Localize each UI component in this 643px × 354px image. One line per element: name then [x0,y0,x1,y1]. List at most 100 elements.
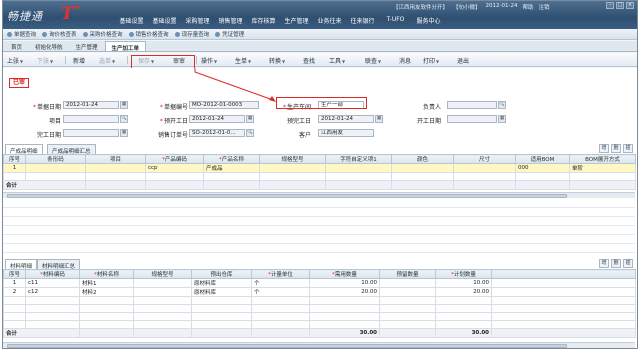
doc-no-field[interactable]: MO-2012-01-0003 [189,101,259,109]
table-cell[interactable]: 20.00 [435,287,492,297]
table-cell[interactable]: 材料1 [79,278,134,288]
table-cell[interactable]: 原材料库 [191,278,252,288]
table-cell[interactable]: 10.00 [435,278,492,288]
table-cell[interactable]: 材料2 [79,287,134,297]
table-row[interactable] [3,172,636,181]
table-cell[interactable] [325,163,392,173]
column-header[interactable]: *产品编码 [145,154,204,164]
quick-link[interactable]: 采购价格查询 [82,30,123,38]
column-header[interactable]: 规格型号 [133,269,192,279]
add-row-icon[interactable]: 增 [599,259,609,268]
table-cell[interactable] [453,163,516,173]
column-header[interactable]: 规格型号 [259,154,326,164]
quick-link[interactable]: 销售价格查询 [128,30,169,38]
finish-date-field[interactable] [63,129,119,137]
table-row[interactable] [3,320,636,329]
generate-button[interactable]: 生单▼ [235,56,251,65]
table-cell[interactable]: 000 [515,163,570,173]
minimize-icon[interactable]: – [606,2,614,9]
column-header[interactable]: 项目 [85,154,146,164]
delete-row-icon[interactable]: 删 [611,259,621,268]
column-header[interactable]: *计划数量 [435,269,492,279]
table-row[interactable] [3,312,636,321]
column-header[interactable]: 序号 [3,269,26,279]
table-row[interactable]: 1 c11 材料1 原材料库 个 10.00 10.00 [3,278,636,288]
table-cell[interactable]: 单阶 [569,163,636,173]
tab-production-order[interactable]: 生产加工单 [104,41,147,52]
maximize-icon[interactable]: □ [616,2,624,9]
calendar-icon[interactable]: ▦ [120,129,128,137]
column-header[interactable]: 适用BOM [515,154,570,164]
column-header[interactable]: *需用数量 [309,269,380,279]
operate-button[interactable]: 操作▼ [201,56,217,65]
sales-order-field[interactable]: SO-2012-01-0... [189,129,245,137]
lookup-icon[interactable]: 🔍 [120,115,128,123]
column-header[interactable]: 条形码 [25,154,86,164]
calendar-icon[interactable]: ▦ [246,115,254,123]
menu-item[interactable]: 基础设置 [115,16,148,25]
table-cell[interactable] [379,287,436,297]
table-row[interactable] [3,296,636,305]
column-header[interactable]: *材料名称 [79,269,134,279]
quick-link[interactable]: 凭证管理 [215,30,244,38]
quick-link[interactable]: 询价核查表 [42,30,77,38]
column-header[interactable]: BOM展开方式 [569,154,636,164]
menu-item[interactable]: T-UFO [379,16,412,25]
menu-item[interactable]: 基础设置 [148,16,181,25]
table-cell[interactable]: ccp [145,163,204,173]
table-cell[interactable]: 个 [251,287,310,297]
owner-field[interactable] [447,101,497,109]
plan-finish-field[interactable]: 2012-01-24 [318,115,374,123]
tab-material-detail[interactable]: 材料明细 [5,259,38,270]
table-cell[interactable]: c12 [25,287,80,297]
table-cell[interactable]: 10.00 [309,278,380,288]
exit-button[interactable]: 退出 [457,56,469,65]
menu-item[interactable]: 业务往来 [313,16,346,25]
workshop-field[interactable]: 生产一部 [318,101,364,109]
plan-start-field[interactable]: 2012-01-24 [189,115,245,123]
menu-item[interactable]: 服务中心 [412,16,445,25]
delete-row-icon[interactable]: 删 [611,144,621,153]
table-cell[interactable]: 原材料库 [191,287,252,297]
table-cell[interactable] [379,278,436,288]
table-row[interactable]: 1 ccp 产成品 000 单阶 [3,163,636,173]
insert-row-icon[interactable]: 插 [623,259,633,268]
table-row[interactable] [3,304,636,313]
add-row-icon[interactable]: 增 [599,144,609,153]
doc-date-field[interactable]: 2012-01-24 [63,101,119,109]
quick-link[interactable]: 单据查询 [7,30,36,38]
table-cell[interactable] [85,163,146,173]
convert-button[interactable]: 转换▼ [269,56,285,65]
new-button[interactable]: 新增 [73,56,85,65]
table-cell[interactable] [133,278,192,288]
table-cell[interactable]: 20.00 [309,287,380,297]
calendar-icon[interactable]: ▦ [120,101,128,109]
logout-link[interactable]: 注销 [539,3,550,11]
table-cell[interactable] [259,163,326,173]
tab-init-guide[interactable]: 初始化导航 [29,41,69,51]
insert-row-icon[interactable]: 插 [623,144,633,153]
table-cell[interactable]: 个 [251,278,310,288]
calendar-icon[interactable]: ▦ [375,115,383,123]
column-header[interactable]: 字符自定义项1 [325,154,392,164]
table-cell[interactable] [391,163,454,173]
column-header[interactable]: 预出仓库 [191,269,252,279]
menu-item[interactable]: 库存核算 [247,16,280,25]
customer-field[interactable]: 江西用友 [318,129,374,137]
print-button[interactable]: 打印▼ [423,56,439,65]
audit-button[interactable]: 审审 [173,56,185,65]
start-date-field[interactable] [447,115,497,123]
scrollbar-thumb[interactable] [7,344,567,348]
table-cell[interactable]: 产成品 [203,163,260,173]
save-button[interactable]: 保存▼ [138,56,154,65]
close-icon[interactable]: × [626,2,634,9]
lookup-icon[interactable]: 🔍 [246,129,254,137]
table-cell[interactable] [133,287,192,297]
column-header[interactable]: 序号 [3,154,26,164]
menu-item[interactable]: 往来银行 [346,16,379,25]
message-button[interactable]: 消息 [399,56,411,65]
column-header[interactable]: *产品名称 [203,154,260,164]
column-header[interactable]: 预留数量 [379,269,436,279]
column-header[interactable]: 颜色 [391,154,454,164]
find-button[interactable]: 查找 [303,56,315,65]
